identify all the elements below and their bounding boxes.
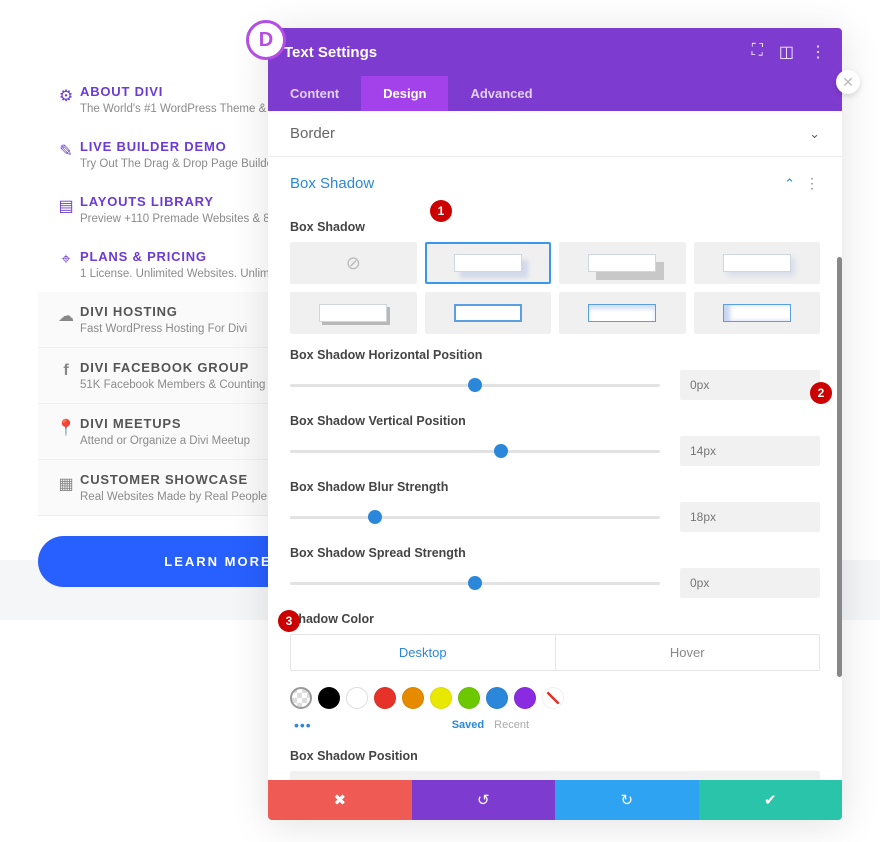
slider-label-horiz: Box Shadow Horizontal Position — [290, 348, 820, 362]
box-shadow-label: Box Shadow — [290, 220, 820, 234]
settings-modal: Text Settings ⛶ ◫ ⋮ Content Design Advan… — [268, 28, 842, 820]
slider-spread-value[interactable]: 0px — [680, 568, 820, 598]
slider-label-spread: Box Shadow Spread Strength — [290, 546, 820, 560]
shadow-tab-desktop[interactable]: Desktop — [291, 635, 556, 670]
swatch-purple[interactable] — [514, 687, 536, 709]
swatch-yellow[interactable] — [430, 687, 452, 709]
callout-badge-1: 1 — [430, 200, 452, 222]
undo-icon: ↺ — [477, 791, 490, 809]
preset-5[interactable] — [425, 292, 552, 334]
facebook-icon: f — [52, 360, 80, 391]
slider-label-blur: Box Shadow Blur Strength — [290, 480, 820, 494]
section-label: Border — [290, 125, 335, 142]
shadow-position-label: Box Shadow Position — [290, 749, 820, 763]
swatch-black[interactable] — [318, 687, 340, 709]
sidebar-sub: Real Websites Made by Real People — [80, 491, 267, 503]
swatch-green[interactable] — [458, 687, 480, 709]
slider-spread[interactable] — [290, 582, 660, 585]
modal-body: Border ⌄ Box Shadow ⌃ ⋮ Box Shadow — [268, 111, 842, 780]
gear-icon: ⚙ — [52, 84, 80, 115]
panel-icon[interactable]: ◫ — [779, 42, 794, 62]
slider-blur-value[interactable]: 18px — [680, 502, 820, 532]
shadow-presets — [290, 242, 820, 334]
divi-logo-icon: D — [246, 20, 286, 60]
sidebar-title: DIVI FACEBOOK GROUP — [80, 360, 265, 375]
close-icon[interactable]: ✕ — [836, 70, 860, 94]
close-icon: ✖ — [333, 791, 346, 809]
swatch-red[interactable] — [374, 687, 396, 709]
saved-label[interactable]: Saved — [452, 719, 484, 731]
pin-icon: 📍 — [52, 416, 80, 447]
slider-horiz-value[interactable]: 0px — [680, 370, 820, 400]
preset-4[interactable] — [290, 292, 417, 334]
tab-design[interactable]: Design — [361, 76, 448, 111]
section-label: Box Shadow — [290, 175, 374, 192]
kebab-menu-icon[interactable]: ⋮ — [805, 175, 820, 192]
more-swatches-icon[interactable]: ••• — [294, 717, 312, 733]
recent-label[interactable]: Recent — [494, 719, 529, 731]
slider-label-vert: Box Shadow Vertical Position — [290, 414, 820, 428]
callout-badge-2: 2 — [810, 382, 832, 404]
redo-button[interactable]: ↻ — [555, 780, 699, 820]
cancel-button[interactable]: ✖ — [268, 780, 412, 820]
modal-footer: ✖ ↺ ↻ ✔ — [268, 780, 842, 820]
modal-tabs: Content Design Advanced — [268, 76, 842, 111]
sidebar-title: CUSTOMER SHOWCASE — [80, 472, 267, 487]
shadow-position-select[interactable]: Outer Shadow ⇅ — [290, 771, 820, 780]
undo-button[interactable]: ↺ — [412, 780, 556, 820]
redo-icon: ↻ — [620, 791, 633, 809]
pencil-square-icon: ✎ — [52, 139, 80, 170]
preset-1[interactable] — [425, 242, 552, 284]
chevron-down-icon: ⌄ — [809, 126, 820, 142]
sidebar-sub: 51K Facebook Members & Counting — [80, 379, 265, 391]
expand-icon[interactable]: ⛶ — [752, 42, 763, 62]
scrollbar[interactable] — [837, 257, 842, 677]
sidebar-title: DIVI MEETUPS — [80, 416, 250, 431]
grid-icon: ▦ — [52, 472, 80, 503]
swatch-none[interactable] — [542, 687, 564, 709]
kebab-menu-icon[interactable]: ⋮ — [810, 42, 826, 62]
modal-title: Text Settings — [284, 44, 377, 61]
swatch-transparent[interactable] — [290, 687, 312, 709]
swatch-white[interactable] — [346, 687, 368, 709]
modal-header: Text Settings ⛶ ◫ ⋮ Content Design Advan… — [268, 28, 842, 111]
preset-7[interactable] — [694, 292, 821, 334]
swatch-blue[interactable] — [486, 687, 508, 709]
slider-vert-value[interactable]: 14px — [680, 436, 820, 466]
tab-content[interactable]: Content — [268, 76, 361, 111]
slider-horiz[interactable] — [290, 384, 660, 387]
color-swatches — [290, 687, 820, 709]
swatch-orange[interactable] — [402, 687, 424, 709]
section-box-shadow[interactable]: Box Shadow ⌃ ⋮ — [268, 157, 842, 206]
callout-badge-3: 3 — [278, 610, 300, 632]
preset-6[interactable] — [559, 292, 686, 334]
preset-2[interactable] — [559, 242, 686, 284]
check-icon: ✔ — [764, 791, 777, 809]
section-border[interactable]: Border ⌄ — [268, 111, 842, 157]
tag-icon: ⌖ — [52, 249, 80, 280]
slider-vert[interactable] — [290, 450, 660, 453]
sidebar-sub: Attend or Organize a Divi Meetup — [80, 435, 250, 447]
save-button[interactable]: ✔ — [699, 780, 843, 820]
shadow-color-tabs: Desktop Hover — [290, 634, 820, 671]
server-icon: ☁ — [52, 304, 80, 335]
chevron-up-icon: ⌃ — [784, 176, 795, 192]
shadow-tab-hover[interactable]: Hover — [556, 635, 820, 670]
preset-3[interactable] — [694, 242, 821, 284]
tab-advanced[interactable]: Advanced — [448, 76, 554, 111]
sidebar-title: DIVI HOSTING — [80, 304, 247, 319]
document-icon: ▤ — [52, 194, 80, 225]
slider-blur[interactable] — [290, 516, 660, 519]
shadow-color-label: Shadow Color — [290, 612, 820, 626]
sidebar-sub: Fast WordPress Hosting For Divi — [80, 323, 247, 335]
preset-none[interactable] — [290, 242, 417, 284]
